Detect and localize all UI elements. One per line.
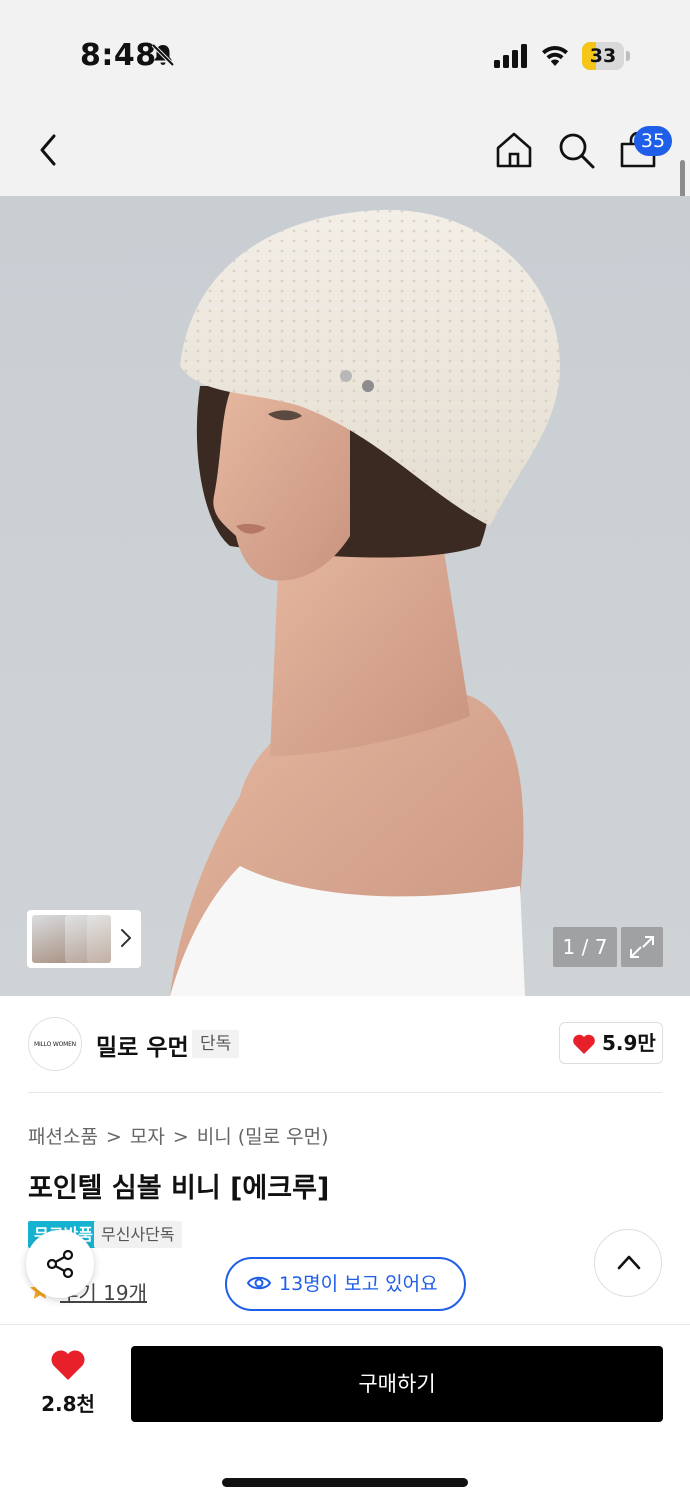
cart-count-badge[interactable]: 35 <box>634 126 672 156</box>
image-page-counter: 1 / 7 <box>553 927 617 967</box>
bell-slash-icon <box>151 43 175 67</box>
breadcrumb-item[interactable]: 비니 (밀로 우먼) <box>197 1126 329 1148</box>
chevron-up-icon <box>617 1255 641 1270</box>
search-icon[interactable] <box>556 130 596 170</box>
product-image-gallery[interactable]: 1 / 7 <box>0 196 690 996</box>
home-indicator <box>222 1478 468 1487</box>
brand-name[interactable]: 밀로 우먼 <box>96 1028 189 1062</box>
status-bar: 8:48 33 <box>0 0 690 100</box>
share-button[interactable] <box>26 1230 94 1298</box>
brand-like-button[interactable]: 5.9만 <box>559 1022 663 1064</box>
brand-logo[interactable]: MILLO WOMEN <box>28 1017 82 1071</box>
live-viewers-badge: 13명이 보고 있어요 <box>225 1257 466 1311</box>
status-time: 8:48 <box>80 38 157 73</box>
live-viewers-text: 13명이 보고 있어요 <box>279 1273 438 1295</box>
expand-icon[interactable] <box>621 927 663 967</box>
product-title: 포인텔 심볼 비니 [에크루] <box>28 1173 330 1204</box>
thumbnail-strip[interactable] <box>27 910 141 968</box>
cellular-signal-icon <box>494 44 527 68</box>
breadcrumb-separator: > <box>172 1126 189 1148</box>
wish-count: 2.8천 <box>41 1392 95 1416</box>
breadcrumb-item[interactable]: 모자 <box>130 1126 165 1148</box>
brand-like-count: 5.9만 <box>602 1031 656 1055</box>
heart-icon[interactable] <box>50 1348 86 1382</box>
wifi-icon <box>542 45 568 66</box>
product-photo <box>170 209 560 996</box>
scroll-to-top-button[interactable] <box>594 1229 662 1297</box>
battery-level: 33 <box>589 45 617 67</box>
share-icon <box>46 1249 74 1279</box>
thumbnail-3[interactable] <box>87 915 111 963</box>
buy-button[interactable]: 구매하기 <box>131 1346 663 1422</box>
breadcrumb-separator: > <box>105 1126 122 1148</box>
eye-icon <box>247 1276 271 1290</box>
musinsa-exclusive-tag: 무신사단독 <box>94 1221 182 1248</box>
heart-icon <box>573 1034 595 1054</box>
exclusive-tag: 단독 <box>192 1030 240 1058</box>
chevron-right-icon[interactable] <box>119 927 133 949</box>
divider <box>28 1092 662 1093</box>
nav-header <box>0 100 690 196</box>
breadcrumb-item[interactable]: 패션소품 <box>28 1126 98 1148</box>
chevron-left-icon[interactable] <box>30 130 70 170</box>
battery-icon: 33 <box>582 42 630 70</box>
home-icon[interactable] <box>494 130 534 170</box>
breadcrumb: 패션소품 > 모자 > 비니 (밀로 우먼) <box>28 1122 329 1149</box>
